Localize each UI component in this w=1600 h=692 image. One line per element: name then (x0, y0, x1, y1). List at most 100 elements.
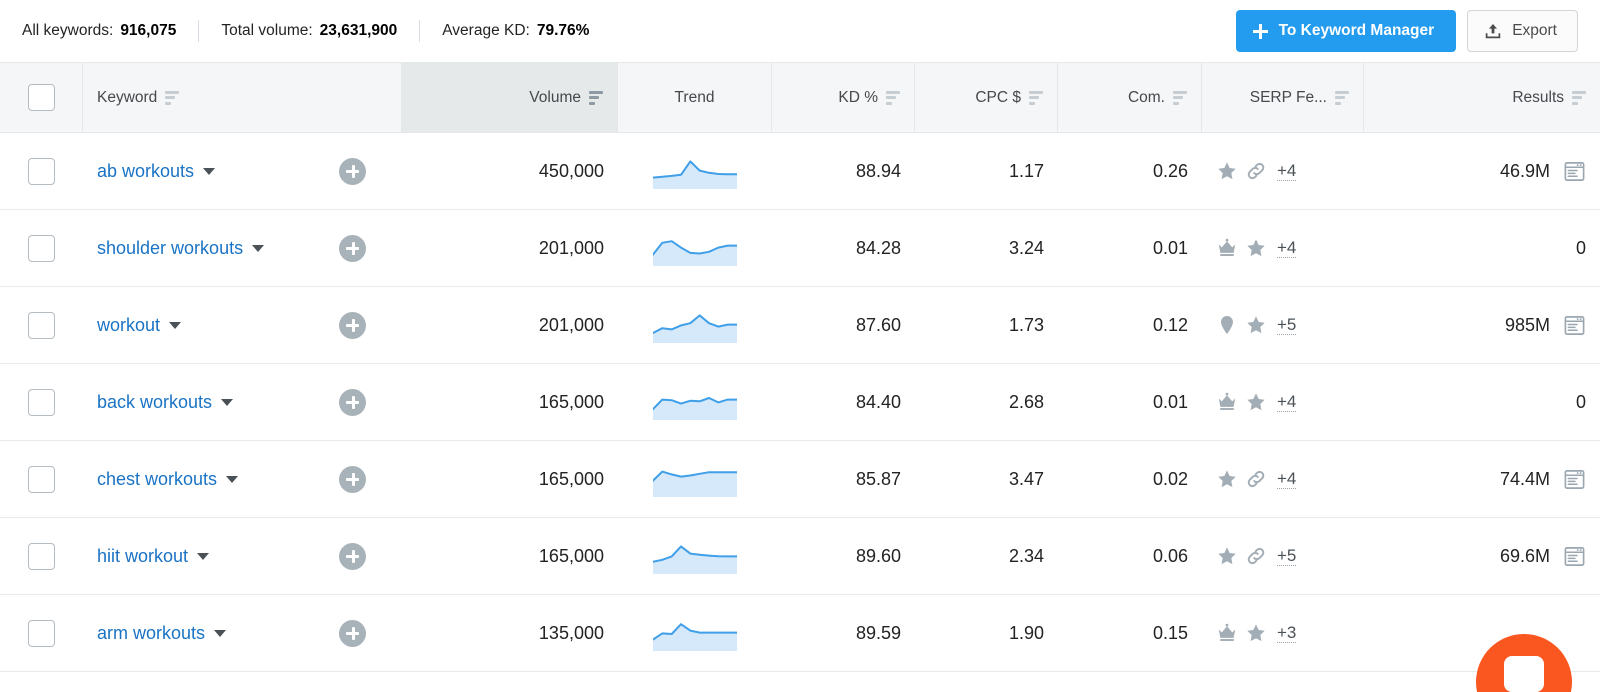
link-icon[interactable] (1245, 468, 1267, 490)
header-com[interactable]: Com. (1058, 63, 1202, 132)
row-checkbox[interactable] (28, 234, 55, 262)
row-checkbox[interactable] (28, 157, 55, 185)
serp-preview-icon[interactable] (1563, 314, 1586, 337)
export-button[interactable]: Export (1467, 10, 1578, 52)
crown-icon[interactable] (1216, 391, 1238, 413)
star-icon[interactable] (1245, 622, 1267, 644)
keyword-link[interactable]: workout (97, 315, 160, 336)
chevron-down-icon[interactable] (252, 244, 265, 252)
star-icon[interactable] (1245, 237, 1267, 259)
serp-more-count[interactable]: +4 (1277, 238, 1297, 259)
select-all-checkbox[interactable] (27, 84, 55, 111)
row-checkbox[interactable] (28, 619, 55, 647)
row-checkbox[interactable] (28, 465, 55, 493)
link-icon[interactable] (1245, 160, 1267, 182)
cpc-value: 1.73 (1008, 314, 1044, 335)
keyword-link[interactable]: hiit workout (97, 546, 188, 567)
trend-cell (618, 287, 772, 363)
serp-more-count[interactable]: +5 (1277, 315, 1297, 336)
header-trend-label: Trend (674, 88, 715, 106)
trend-sparkline (653, 538, 737, 574)
to-keyword-manager-button[interactable]: To Keyword Manager (1235, 10, 1457, 52)
table-row: back workouts 165,000 84.40 2.68 0.01 +4… (0, 364, 1600, 441)
header-kd[interactable]: KD % (772, 63, 915, 132)
serp-more-count[interactable]: +5 (1277, 546, 1297, 567)
sort-icon[interactable] (1572, 90, 1586, 105)
sort-icon[interactable] (165, 90, 180, 105)
header-volume[interactable]: Volume (402, 63, 618, 132)
add-keyword-button[interactable] (339, 311, 366, 339)
serp-preview-icon[interactable] (1563, 160, 1586, 183)
crown-icon[interactable] (1216, 237, 1238, 259)
sort-icon[interactable] (886, 90, 900, 105)
row-checkbox[interactable] (28, 542, 55, 570)
add-keyword-button[interactable] (339, 542, 366, 570)
summary-toolbar: All keywords: 916,075 Total volume: 23,6… (0, 0, 1600, 62)
results-value: 0 (1575, 391, 1586, 412)
header-keyword[interactable]: Keyword (83, 63, 402, 132)
chevron-down-icon[interactable] (221, 398, 234, 406)
star-icon[interactable] (1245, 314, 1267, 336)
add-keyword-button[interactable] (339, 157, 366, 185)
header-cpc[interactable]: CPC $ (915, 63, 1058, 132)
row-checkbox[interactable] (28, 388, 55, 416)
to-keyword-manager-label: To Keyword Manager (1278, 22, 1435, 39)
serp-more-count[interactable]: +4 (1277, 161, 1297, 182)
results-cell: 985M (1364, 287, 1600, 363)
trend-cell (618, 595, 772, 671)
star-icon[interactable] (1216, 545, 1238, 567)
keyword-link[interactable]: shoulder workouts (97, 238, 243, 259)
sort-icon[interactable] (589, 90, 603, 105)
cpc-value: 2.34 (1008, 545, 1044, 566)
serp-features-cell: +4 (1202, 210, 1364, 286)
serp-preview-icon[interactable] (1563, 545, 1586, 568)
keyword-link[interactable]: back workouts (97, 392, 212, 413)
average-kd-label: Average KD: (442, 22, 530, 39)
sort-icon[interactable] (1029, 90, 1043, 105)
sort-icon[interactable] (1173, 90, 1187, 105)
chevron-down-icon[interactable] (169, 321, 182, 329)
total-volume-value: 23,631,900 (319, 22, 398, 39)
header-trend: Trend (618, 63, 772, 132)
chevron-down-icon[interactable] (226, 475, 239, 483)
star-icon[interactable] (1216, 468, 1238, 490)
sort-icon[interactable] (1335, 90, 1349, 105)
star-icon[interactable] (1245, 391, 1267, 413)
add-keyword-button[interactable] (339, 619, 366, 647)
keyword-link[interactable]: chest workouts (97, 469, 217, 490)
serp-more-count[interactable]: +3 (1277, 623, 1297, 644)
star-icon[interactable] (1216, 160, 1238, 182)
table-row: chest workouts 165,000 85.87 3.47 0.02 +… (0, 441, 1600, 518)
volume-value: 201,000 (538, 237, 604, 258)
add-keyword-button[interactable] (339, 465, 366, 493)
map-pin-icon[interactable] (1216, 314, 1238, 336)
keyword-link[interactable]: arm workouts (97, 623, 205, 644)
chevron-down-icon[interactable] (214, 629, 227, 637)
volume-cell: 165,000 (402, 441, 618, 517)
kd-cell: 89.59 (772, 595, 915, 671)
kd-value: 84.28 (855, 237, 901, 258)
crown-icon[interactable] (1216, 622, 1238, 644)
keyword-link[interactable]: ab workouts (97, 161, 194, 182)
results-value: 69.6M (1499, 545, 1550, 566)
serp-more-count[interactable]: +4 (1277, 469, 1297, 490)
chevron-down-icon[interactable] (203, 167, 216, 175)
link-icon[interactable] (1245, 545, 1267, 567)
com-value: 0.01 (1152, 237, 1188, 258)
header-results[interactable]: Results (1364, 63, 1600, 132)
plus-icon (1252, 23, 1268, 39)
results-cell: 69.6M (1364, 518, 1600, 594)
volume-cell: 201,000 (402, 210, 618, 286)
row-checkbox[interactable] (28, 311, 55, 339)
add-keyword-button[interactable] (339, 234, 366, 262)
volume-value: 135,000 (538, 622, 604, 643)
add-keyword-button[interactable] (339, 388, 366, 416)
results-value: 0 (1575, 237, 1586, 258)
trend-cell (618, 518, 772, 594)
cpc-cell: 3.47 (915, 441, 1058, 517)
trend-cell (618, 210, 772, 286)
chevron-down-icon[interactable] (197, 552, 210, 560)
serp-preview-icon[interactable] (1563, 468, 1586, 491)
serp-more-count[interactable]: +4 (1277, 392, 1297, 413)
header-serp-features[interactable]: SERP Fe... (1202, 63, 1364, 132)
